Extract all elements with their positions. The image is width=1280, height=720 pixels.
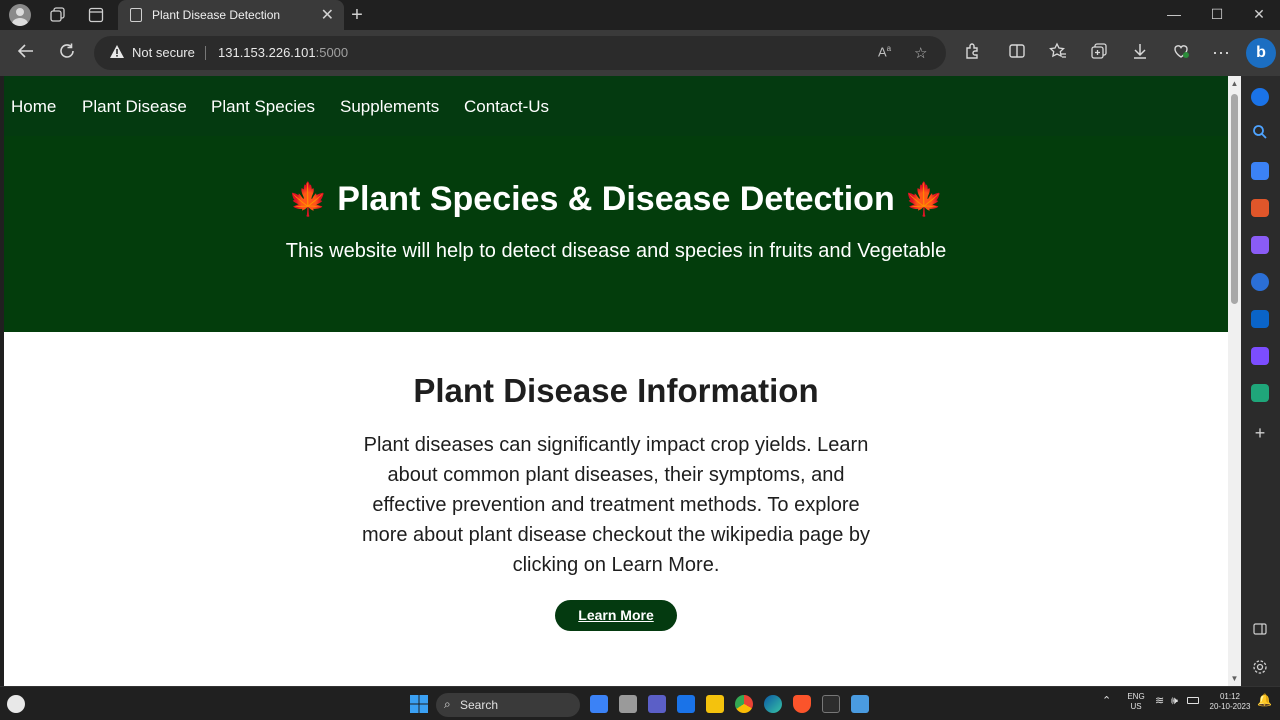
back-button[interactable] bbox=[15, 42, 37, 64]
outlook-icon[interactable] bbox=[1251, 310, 1269, 328]
teams-chat-icon[interactable] bbox=[648, 695, 666, 713]
battery-icon[interactable] bbox=[1187, 697, 1199, 704]
brave-icon[interactable] bbox=[793, 695, 811, 713]
address-bar[interactable]: Not secure 131.153.226.101:5000 Aa ☆ bbox=[94, 36, 946, 70]
nav-supplements[interactable]: Supplements bbox=[340, 97, 439, 117]
security-label[interactable]: Not secure bbox=[132, 45, 195, 60]
clock[interactable]: 01:12 20-10-2023 bbox=[1206, 692, 1254, 712]
windows-start-icon[interactable] bbox=[410, 695, 428, 713]
settings-more-icon[interactable]: ⋯ bbox=[1210, 42, 1232, 64]
site-navbar: Home Plant Disease Plant Species Supplem… bbox=[4, 76, 1228, 136]
maple-leaf-icon: 🍁 bbox=[904, 181, 945, 217]
task-view-icon[interactable] bbox=[619, 695, 637, 713]
hero-subtitle: This website will help to detect disease… bbox=[285, 240, 947, 262]
browser-toolbar: Not secure 131.153.226.101:5000 Aa ☆ ⋯ bbox=[0, 30, 1280, 76]
window-close-button[interactable]: ✕ bbox=[1247, 6, 1271, 23]
tab-plant-disease-detection[interactable]: Plant Disease Detection ✕ bbox=[118, 0, 344, 30]
refresh-button[interactable] bbox=[56, 42, 78, 64]
notifications-bell-icon[interactable] bbox=[1251, 88, 1269, 106]
extensions-icon[interactable] bbox=[961, 42, 983, 64]
maple-leaf-icon: 🍁 bbox=[287, 181, 328, 217]
hero-banner: 🍁 Plant Species & Disease Detection 🍁 Th… bbox=[4, 136, 1228, 332]
chrome-icon[interactable] bbox=[735, 695, 753, 713]
tab-close-icon[interactable]: ✕ bbox=[321, 5, 334, 25]
volume-icon[interactable]: 🕪 bbox=[1171, 696, 1178, 707]
hide-sidebar-icon[interactable] bbox=[1251, 622, 1269, 640]
section-description: Plant diseases can significantly impact … bbox=[361, 434, 871, 576]
learn-more-button[interactable]: Learn More bbox=[555, 600, 677, 631]
profile-button[interactable] bbox=[8, 3, 32, 27]
favorite-star-icon[interactable]: ☆ bbox=[914, 44, 927, 62]
nav-plant-disease[interactable]: Plant Disease bbox=[82, 97, 187, 117]
l-app-icon[interactable] bbox=[677, 695, 695, 713]
new-tab-button[interactable]: + bbox=[346, 4, 368, 27]
split-screen-icon[interactable] bbox=[1006, 42, 1028, 64]
scroll-thumb[interactable] bbox=[1231, 94, 1238, 304]
clock-date: 20-10-2023 bbox=[1209, 702, 1251, 711]
microsoft-365-icon[interactable] bbox=[1251, 273, 1269, 291]
file-explorer-icon[interactable] bbox=[706, 695, 724, 713]
designer-icon[interactable] bbox=[1251, 347, 1269, 365]
games-icon[interactable] bbox=[1251, 236, 1269, 254]
search-icon[interactable] bbox=[1251, 124, 1269, 142]
collections-icon[interactable] bbox=[1088, 42, 1110, 64]
url-port: :5000 bbox=[315, 45, 349, 60]
web-page: Home Plant Disease Plant Species Supplem… bbox=[4, 76, 1228, 686]
hero-title-text: Plant Species & Disease Detection bbox=[337, 180, 895, 218]
windows-taskbar: ⌕ Search ⌃ ENG US ≋ 🕪 01:12 20-10-2023 🔔 bbox=[0, 686, 1280, 720]
downloads-icon[interactable] bbox=[1129, 42, 1151, 64]
shopping-tag-icon[interactable] bbox=[1251, 162, 1269, 180]
language-code: ENG bbox=[1127, 692, 1145, 701]
widgets-icon[interactable] bbox=[7, 695, 25, 713]
workspaces-icon bbox=[50, 7, 65, 22]
tools-briefcase-icon[interactable] bbox=[1251, 199, 1269, 217]
scroll-up-icon[interactable]: ▲ bbox=[1229, 79, 1240, 88]
page-scrollbar[interactable]: ▲ ▼ bbox=[1228, 76, 1241, 686]
terminal-icon[interactable] bbox=[822, 695, 840, 713]
edge-icon[interactable] bbox=[764, 695, 782, 713]
profile-avatar-icon bbox=[9, 4, 31, 26]
taskbar-search[interactable]: ⌕ Search bbox=[436, 693, 580, 717]
drop-icon[interactable] bbox=[1251, 384, 1269, 402]
tab-title: Plant Disease Detection bbox=[152, 8, 281, 22]
hero-title: 🍁 Plant Species & Disease Detection 🍁 bbox=[4, 180, 1228, 219]
tab-actions-button[interactable] bbox=[84, 3, 108, 27]
section-title: Plant Disease Information bbox=[413, 372, 819, 409]
wifi-icon[interactable]: ≋ bbox=[1155, 696, 1164, 707]
vertical-tabs-icon bbox=[88, 7, 104, 23]
nav-contact-us[interactable]: Contact-Us bbox=[464, 97, 549, 117]
language-region: US bbox=[1130, 702, 1142, 711]
browser-essentials-icon[interactable] bbox=[1170, 42, 1192, 64]
scroll-down-icon[interactable]: ▼ bbox=[1229, 674, 1240, 683]
edge-sidebar: + bbox=[1241, 76, 1280, 686]
notification-bell-icon[interactable]: 🔔 bbox=[1257, 694, 1272, 706]
url-host: 131.153.226.101 bbox=[218, 45, 316, 60]
read-aloud-icon[interactable]: Aa bbox=[878, 44, 891, 59]
tray-overflow-chevron-icon[interactable]: ⌃ bbox=[1102, 696, 1111, 707]
favorites-icon[interactable] bbox=[1047, 42, 1069, 64]
minimize-button[interactable]: — bbox=[1162, 6, 1186, 22]
tab-strip: Plant Disease Detection ✕ + — ☐ ✕ bbox=[0, 0, 1280, 30]
nav-home[interactable]: Home bbox=[11, 97, 56, 117]
copilot-bing-button[interactable]: b bbox=[1246, 38, 1276, 68]
search-icon: ⌕ bbox=[444, 697, 451, 711]
maximize-button[interactable]: ☐ bbox=[1205, 6, 1229, 23]
app-icon[interactable] bbox=[590, 695, 608, 713]
workspaces-button[interactable] bbox=[46, 3, 70, 27]
page-favicon-icon bbox=[130, 8, 142, 22]
warning-icon bbox=[110, 45, 124, 58]
notepad-icon[interactable] bbox=[851, 695, 869, 713]
taskbar-search-label: Search bbox=[460, 698, 499, 712]
add-sidebar-app-icon[interactable]: + bbox=[1251, 424, 1269, 442]
sidebar-settings-gear-icon[interactable] bbox=[1251, 659, 1269, 677]
nav-plant-species[interactable]: Plant Species bbox=[211, 97, 315, 117]
address-divider bbox=[205, 46, 206, 60]
clock-time: 01:12 bbox=[1219, 692, 1241, 701]
language-indicator[interactable]: ENG US bbox=[1124, 692, 1148, 712]
url-text[interactable]: 131.153.226.101:5000 bbox=[218, 45, 348, 60]
refresh-icon bbox=[60, 43, 74, 58]
back-arrow-icon bbox=[17, 44, 33, 58]
